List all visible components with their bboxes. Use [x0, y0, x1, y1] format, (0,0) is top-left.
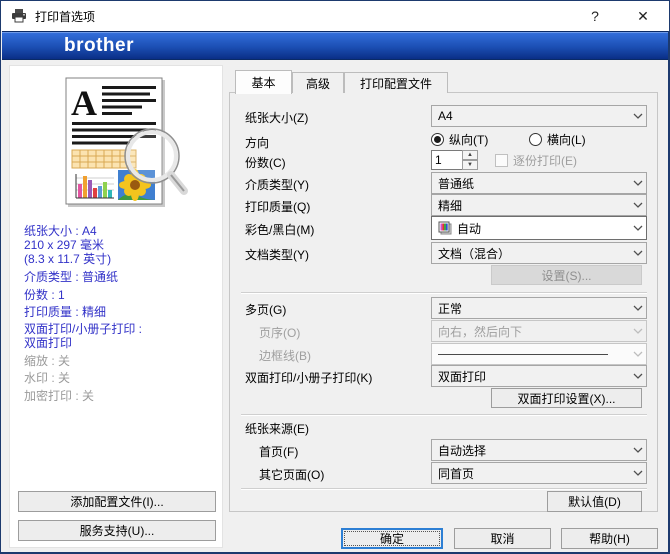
other-pages-value: 同首页 — [438, 465, 474, 482]
separator — [241, 488, 647, 490]
print-quality-value: 精细 — [438, 197, 462, 214]
chevron-down-icon — [633, 225, 643, 231]
chevron-down-icon — [633, 113, 643, 119]
page-order-label: 页序(O) — [259, 324, 300, 341]
add-profile-button[interactable]: 添加配置文件(I)... — [18, 491, 216, 512]
summary-watermark: 水印 : 关 — [24, 369, 70, 386]
duplex-value: 双面打印 — [438, 368, 486, 385]
summary-copies: 份数 : 1 — [24, 286, 65, 303]
summary-scaling: 缩放 : 关 — [24, 352, 70, 369]
duplex-label: 双面打印/小册子打印(K) — [245, 369, 372, 386]
default-button[interactable]: 默认值(D) — [547, 491, 642, 512]
cancel-button[interactable]: 取消 — [454, 528, 551, 549]
multipage-value: 正常 — [438, 300, 462, 317]
title-bar: 打印首选项 ? ✕ — [1, 1, 669, 31]
orientation-label: 方向 — [245, 134, 269, 151]
collate-checkbox: 逐份打印(E) — [495, 152, 577, 169]
summary-quality: 打印质量 : 精细 — [24, 303, 106, 320]
summary-paper-inch: (8.3 x 11.7 英寸) — [24, 250, 111, 267]
chevron-down-icon — [633, 351, 643, 357]
first-page-select[interactable]: 自动选择 — [431, 439, 647, 461]
chevron-down-icon — [633, 373, 643, 379]
chevron-down-icon — [633, 202, 643, 208]
multipage-select[interactable]: 正常 — [431, 297, 647, 319]
tab-basic[interactable]: 基本 — [235, 70, 292, 94]
other-pages-select[interactable]: 同首页 — [431, 462, 647, 484]
chevron-down-icon — [633, 250, 643, 256]
tab-advanced[interactable]: 高级 — [292, 72, 344, 93]
tab-print-profiles[interactable]: 打印配置文件 — [344, 72, 448, 93]
first-page-value: 自动选择 — [438, 442, 486, 459]
radio-selected-icon — [431, 133, 444, 146]
preview-panel: A — [9, 65, 223, 548]
summary-secure-print: 加密打印 : 关 — [24, 387, 94, 404]
svg-text:A: A — [71, 83, 97, 123]
print-quality-select[interactable]: 精细 — [431, 194, 647, 216]
media-type-label: 介质类型(Y) — [245, 176, 309, 193]
paper-size-value: A4 — [438, 109, 453, 123]
duplex-settings-button[interactable]: 双面打印设置(X)... — [491, 388, 642, 408]
chevron-down-icon — [633, 328, 643, 334]
separator — [241, 414, 647, 416]
document-type-value: 文档（混合） — [438, 245, 510, 262]
chevron-down-icon — [633, 180, 643, 186]
ok-button[interactable]: 确定 — [341, 528, 443, 549]
color-mode-value: 自动 — [457, 220, 481, 237]
titlebar-close-button[interactable]: ✕ — [621, 1, 665, 31]
brother-logo: brother — [64, 35, 134, 57]
window-title: 打印首选项 — [35, 8, 95, 25]
radio-unselected-icon — [529, 133, 542, 146]
copies-label: 份数(C) — [245, 154, 286, 171]
border-line-sample — [438, 354, 608, 355]
chevron-down-icon — [633, 305, 643, 311]
first-page-label: 首页(F) — [259, 443, 298, 460]
orientation-landscape-radio[interactable]: 横向(L) — [529, 131, 586, 148]
paper-source-label: 纸张来源(E) — [245, 420, 309, 437]
checkbox-unchecked-icon — [495, 154, 508, 167]
printer-icon — [11, 9, 27, 23]
multipage-label: 多页(G) — [245, 301, 286, 318]
stepper-up-icon[interactable]: ▲ — [462, 150, 478, 160]
paper-size-label: 纸张大小(Z) — [245, 109, 308, 126]
copies-stepper[interactable]: ▲ ▼ — [462, 150, 478, 170]
paper-size-select[interactable]: A4 — [431, 105, 647, 127]
media-type-value: 普通纸 — [438, 175, 474, 192]
summary-duplex-value: 双面打印 — [24, 334, 72, 351]
document-type-label: 文档类型(Y) — [245, 246, 309, 263]
document-preview: A — [36, 74, 196, 219]
page-order-select: 向右，然后向下 — [431, 320, 647, 342]
color-pages-icon — [438, 221, 452, 235]
border-line-select — [431, 343, 647, 365]
brand-banner: brother — [2, 31, 668, 60]
chevron-down-icon — [633, 447, 643, 453]
print-preferences-dialog: 打印首选项 ? ✕ brother A — [0, 0, 670, 554]
document-type-select[interactable]: 文档（混合） — [431, 242, 647, 264]
help-button[interactable]: 帮助(H) — [561, 528, 658, 549]
document-preview-image: A — [36, 74, 196, 216]
page-order-value: 向右，然后向下 — [438, 323, 522, 340]
summary-media-type: 介质类型 : 普通纸 — [24, 268, 118, 285]
copies-input[interactable]: 1 — [431, 150, 463, 170]
support-button[interactable]: 服务支持(U)... — [18, 520, 216, 541]
collate-label: 逐份打印(E) — [513, 152, 577, 169]
stepper-down-icon[interactable]: ▼ — [462, 160, 478, 170]
orientation-portrait-label: 纵向(T) — [449, 131, 488, 148]
media-type-select[interactable]: 普通纸 — [431, 172, 647, 194]
border-line-label: 边框线(B) — [259, 347, 311, 364]
print-quality-label: 打印质量(Q) — [245, 198, 310, 215]
chevron-down-icon — [633, 470, 643, 476]
color-mode-select[interactable]: 自动 — [431, 216, 647, 240]
other-pages-label: 其它页面(O) — [259, 466, 324, 483]
duplex-select[interactable]: 双面打印 — [431, 365, 647, 387]
separator — [241, 292, 647, 294]
settings-button: 设置(S)... — [491, 265, 642, 285]
orientation-landscape-label: 横向(L) — [547, 131, 586, 148]
orientation-portrait-radio[interactable]: 纵向(T) — [431, 131, 488, 148]
titlebar-help-button[interactable]: ? — [573, 1, 617, 31]
color-mode-label: 彩色/黑白(M) — [245, 221, 314, 238]
